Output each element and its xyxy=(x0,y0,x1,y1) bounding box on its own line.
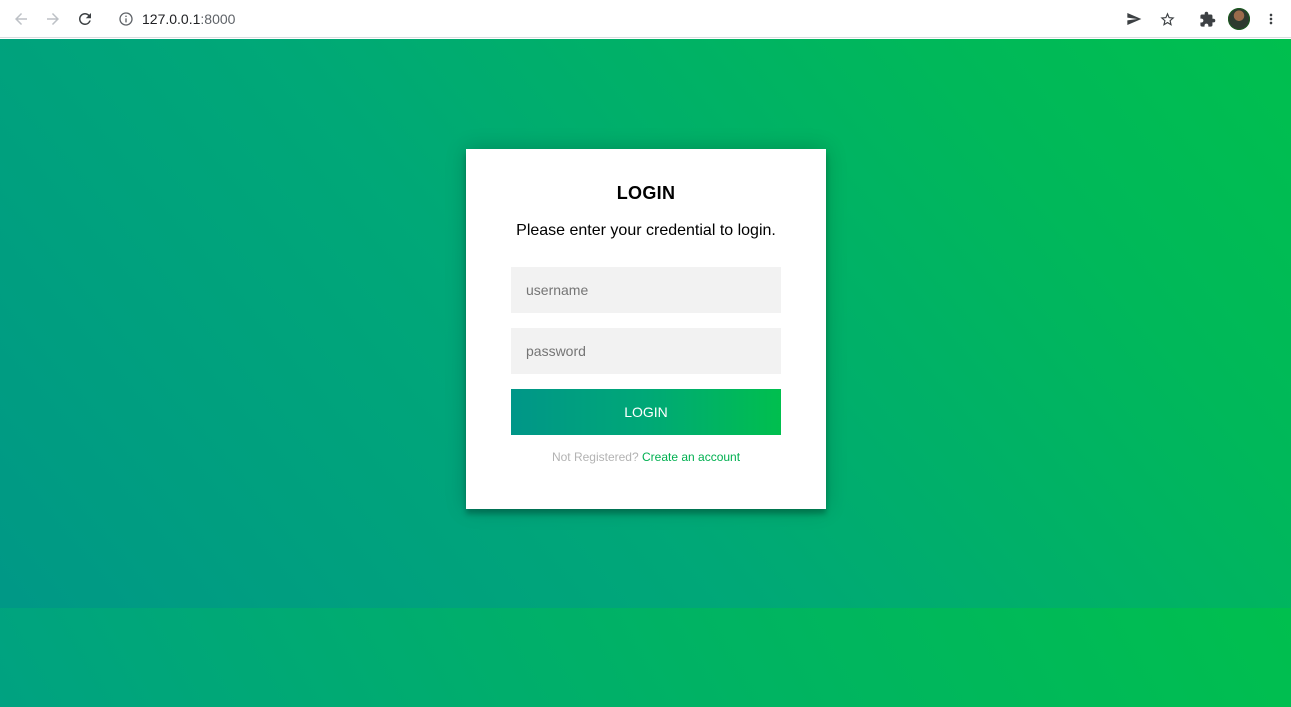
login-title: LOGIN xyxy=(616,183,676,203)
login-card: LOGIN Please enter your credential to lo… xyxy=(466,149,826,509)
password-input[interactable] xyxy=(511,328,781,374)
login-subtitle: Please enter your credential to login. xyxy=(516,222,776,239)
url-port: :8000 xyxy=(200,11,236,27)
avatar[interactable] xyxy=(1228,8,1250,30)
address-bar[interactable]: 127.0.0.1:8000 xyxy=(108,4,1184,34)
reload-button[interactable] xyxy=(71,5,99,33)
reload-icon xyxy=(79,12,91,25)
back-button[interactable] xyxy=(7,5,35,33)
back-arrow-icon xyxy=(15,13,27,25)
page-background-lower xyxy=(0,608,1291,707)
send-button[interactable] xyxy=(1123,8,1145,30)
star-icon xyxy=(1159,11,1175,26)
extensions-icon xyxy=(1199,11,1215,27)
forward-button[interactable] xyxy=(39,5,67,33)
login-button[interactable]: LOGIN xyxy=(511,389,781,435)
info-icon[interactable] xyxy=(118,11,134,27)
forward-arrow-icon xyxy=(47,13,59,25)
register-prompt: Not Registered? Create an account xyxy=(466,450,826,464)
register-prompt-text: Not Registered? xyxy=(551,450,639,464)
more-vert-icon xyxy=(1269,13,1273,25)
menu-button[interactable] xyxy=(1260,8,1282,30)
bookmark-button[interactable] xyxy=(1156,8,1178,30)
username-input[interactable] xyxy=(511,267,781,313)
url-text[interactable]: 127.0.0.1:8000 xyxy=(142,11,235,27)
url-host: 127.0.0.1 xyxy=(142,11,201,27)
send-icon xyxy=(1127,13,1142,25)
page-background: LOGIN Please enter your credential to lo… xyxy=(0,39,1291,707)
browser-toolbar: 127.0.0.1:8000 xyxy=(0,0,1291,38)
extensions-button[interactable] xyxy=(1196,8,1218,30)
create-account-link[interactable]: Create an account xyxy=(642,450,740,464)
